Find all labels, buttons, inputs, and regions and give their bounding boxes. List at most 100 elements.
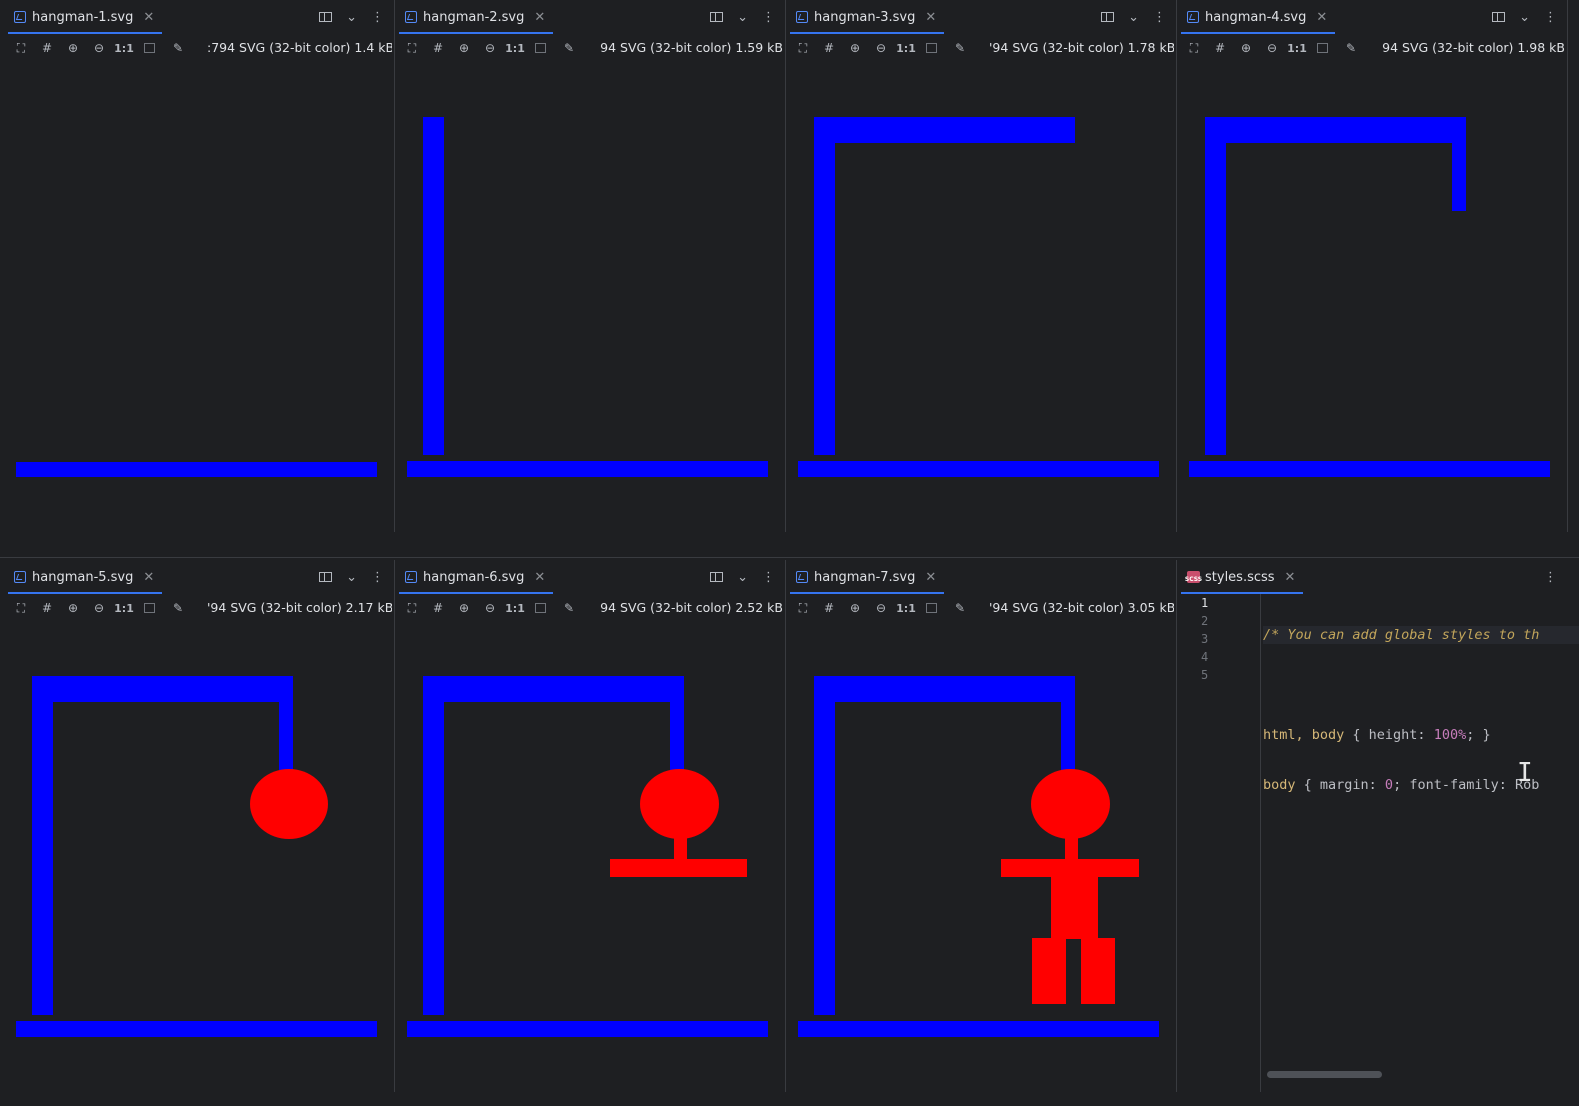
hangman-head bbox=[250, 769, 328, 839]
tab-hangman-3[interactable]: hangman-3.svg ✕ bbox=[786, 0, 945, 34]
more-options-icon[interactable]: ⋮ bbox=[1544, 570, 1557, 585]
background-icon[interactable] bbox=[1317, 43, 1328, 53]
tab-hangman-4[interactable]: hangman-4.svg ✕ bbox=[1177, 0, 1336, 34]
grid-icon[interactable]: # bbox=[38, 39, 56, 57]
split-editor-icon[interactable] bbox=[710, 12, 724, 22]
fit-screen-icon[interactable]: ⛶ bbox=[12, 599, 30, 617]
close-icon[interactable]: ✕ bbox=[534, 10, 545, 25]
svg-canvas bbox=[786, 62, 1176, 532]
tab-hangman-1[interactable]: hangman-1.svg ✕ bbox=[4, 0, 163, 34]
svg-canvas bbox=[4, 622, 394, 1092]
chevron-down-icon[interactable]: ⌄ bbox=[737, 10, 748, 25]
svg-canvas bbox=[395, 62, 785, 532]
zoom-in-icon[interactable]: ⊕ bbox=[1237, 39, 1255, 57]
image-info: 94 SVG (32-bit color) 1.59 kB bbox=[600, 40, 783, 55]
fit-screen-icon[interactable]: ⛶ bbox=[403, 39, 421, 57]
background-icon[interactable] bbox=[144, 603, 155, 613]
color-picker-icon[interactable]: ✎ bbox=[560, 39, 578, 57]
image-toolbar: ⛶ # ⊕ ⊖ 1:1 ✎ '94 SVG (32-bit color) 2.1… bbox=[4, 594, 394, 622]
more-options-icon[interactable]: ⋮ bbox=[1153, 10, 1166, 25]
grid-icon[interactable]: # bbox=[820, 599, 838, 617]
split-editor-icon[interactable] bbox=[1492, 12, 1506, 22]
background-icon[interactable] bbox=[535, 43, 546, 53]
fit-screen-icon[interactable]: ⛶ bbox=[794, 39, 812, 57]
tab-hangman-7[interactable]: hangman-7.svg ✕ bbox=[786, 560, 945, 594]
close-icon[interactable]: ✕ bbox=[534, 570, 545, 585]
tab-actions: ⌄ ⋮ bbox=[319, 560, 384, 594]
tab-hangman-6[interactable]: hangman-6.svg ✕ bbox=[395, 560, 554, 594]
code-editor-pane: SCSS styles.scss ✕ ⋮ 1 2 3 4 5 /* You ca… bbox=[1177, 560, 1579, 1092]
split-editor-icon[interactable] bbox=[319, 12, 333, 22]
zoom-in-icon[interactable]: ⊕ bbox=[455, 39, 473, 57]
close-icon[interactable]: ✕ bbox=[143, 10, 154, 25]
tab-styles-scss[interactable]: SCSS styles.scss ✕ bbox=[1177, 560, 1304, 594]
zoom-in-icon[interactable]: ⊕ bbox=[846, 599, 864, 617]
zoom-out-icon[interactable]: ⊖ bbox=[90, 599, 108, 617]
background-icon[interactable] bbox=[926, 603, 937, 613]
tab-hangman-5[interactable]: hangman-5.svg ✕ bbox=[4, 560, 163, 594]
chevron-down-icon[interactable]: ⌄ bbox=[346, 10, 357, 25]
chevron-down-icon[interactable]: ⌄ bbox=[737, 570, 748, 585]
grid-icon[interactable]: # bbox=[38, 599, 56, 617]
row-divider[interactable] bbox=[0, 557, 1579, 558]
image-toolbar: ⛶ # ⊕ ⊖ 1:1 ✎ :794 SVG (32-bit color) 1.… bbox=[4, 34, 394, 62]
zoom-out-icon[interactable]: ⊖ bbox=[481, 599, 499, 617]
more-options-icon[interactable]: ⋮ bbox=[1544, 10, 1557, 25]
close-icon[interactable]: ✕ bbox=[1316, 10, 1327, 25]
background-icon[interactable] bbox=[926, 43, 937, 53]
css-selector: html, body bbox=[1263, 727, 1345, 743]
color-picker-icon[interactable]: ✎ bbox=[169, 599, 187, 617]
grid-icon[interactable]: # bbox=[429, 39, 447, 57]
svg-viewer-pane-4: hangman-4.svg ✕ ⌄ ⋮ ⛶ # ⊕ ⊖ 1:1 ✎ 94 SVG… bbox=[1177, 0, 1568, 532]
chevron-down-icon[interactable]: ⌄ bbox=[1519, 10, 1530, 25]
zoom-in-icon[interactable]: ⊕ bbox=[64, 39, 82, 57]
fit-screen-icon[interactable]: ⛶ bbox=[12, 39, 30, 57]
color-picker-icon[interactable]: ✎ bbox=[951, 39, 969, 57]
close-icon[interactable]: ✕ bbox=[143, 570, 154, 585]
color-picker-icon[interactable]: ✎ bbox=[560, 599, 578, 617]
actual-size-button[interactable]: 1:1 bbox=[1287, 39, 1307, 57]
split-editor-icon[interactable] bbox=[319, 572, 333, 582]
more-options-icon[interactable]: ⋮ bbox=[762, 570, 775, 585]
grid-icon[interactable]: # bbox=[820, 39, 838, 57]
tab-hangman-2[interactable]: hangman-2.svg ✕ bbox=[395, 0, 554, 34]
zoom-in-icon[interactable]: ⊕ bbox=[455, 599, 473, 617]
close-icon[interactable]: ✕ bbox=[925, 10, 936, 25]
close-icon[interactable]: ✕ bbox=[1285, 570, 1296, 585]
fit-screen-icon[interactable]: ⛶ bbox=[403, 599, 421, 617]
zoom-out-icon[interactable]: ⊖ bbox=[481, 39, 499, 57]
tab-bar: SCSS styles.scss ✕ ⋮ bbox=[1177, 560, 1579, 594]
chevron-down-icon[interactable]: ⌄ bbox=[346, 570, 357, 585]
color-picker-icon[interactable]: ✎ bbox=[169, 39, 187, 57]
more-options-icon[interactable]: ⋮ bbox=[371, 10, 384, 25]
actual-size-button[interactable]: 1:1 bbox=[505, 39, 525, 57]
split-editor-icon[interactable] bbox=[710, 572, 724, 582]
zoom-in-icon[interactable]: ⊕ bbox=[64, 599, 82, 617]
background-icon[interactable] bbox=[144, 43, 155, 53]
fit-screen-icon[interactable]: ⛶ bbox=[1185, 39, 1203, 57]
horizontal-scrollbar[interactable] bbox=[1267, 1071, 1382, 1078]
color-picker-icon[interactable]: ✎ bbox=[1342, 39, 1360, 57]
actual-size-button[interactable]: 1:1 bbox=[114, 599, 134, 617]
grid-icon[interactable]: # bbox=[429, 599, 447, 617]
zoom-out-icon[interactable]: ⊖ bbox=[1263, 39, 1281, 57]
close-icon[interactable]: ✕ bbox=[925, 570, 936, 585]
actual-size-button[interactable]: 1:1 bbox=[114, 39, 134, 57]
color-picker-icon[interactable]: ✎ bbox=[951, 599, 969, 617]
code-area[interactable]: /* You can add global styles to th html,… bbox=[1263, 594, 1579, 876]
chevron-down-icon[interactable]: ⌄ bbox=[1128, 10, 1139, 25]
zoom-in-icon[interactable]: ⊕ bbox=[846, 39, 864, 57]
zoom-out-icon[interactable]: ⊖ bbox=[872, 39, 890, 57]
gallows-rope bbox=[670, 676, 684, 770]
zoom-out-icon[interactable]: ⊖ bbox=[90, 39, 108, 57]
background-icon[interactable] bbox=[535, 603, 546, 613]
more-options-icon[interactable]: ⋮ bbox=[371, 570, 384, 585]
zoom-out-icon[interactable]: ⊖ bbox=[872, 599, 890, 617]
actual-size-button[interactable]: 1:1 bbox=[896, 39, 916, 57]
split-editor-icon[interactable] bbox=[1101, 12, 1115, 22]
grid-icon[interactable]: # bbox=[1211, 39, 1229, 57]
actual-size-button[interactable]: 1:1 bbox=[505, 599, 525, 617]
fit-screen-icon[interactable]: ⛶ bbox=[794, 599, 812, 617]
more-options-icon[interactable]: ⋮ bbox=[762, 10, 775, 25]
actual-size-button[interactable]: 1:1 bbox=[896, 599, 916, 617]
